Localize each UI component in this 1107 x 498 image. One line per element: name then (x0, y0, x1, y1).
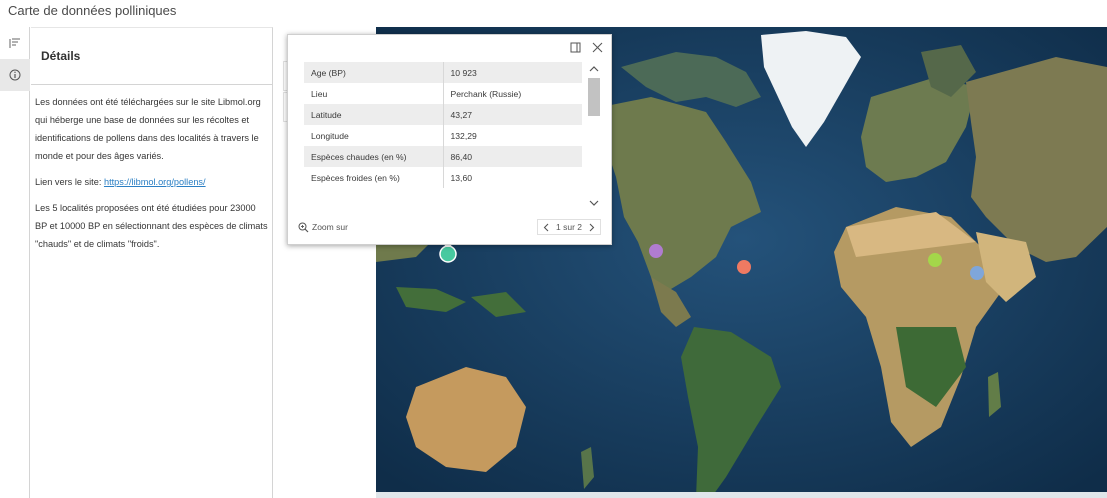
details-paragraph-source: Les données ont été téléchargées sur le … (35, 97, 261, 161)
app-title: Carte de données polliniques (8, 3, 177, 18)
popup-scrollbar[interactable] (587, 63, 601, 209)
attr-key: Longitude (304, 125, 444, 146)
feature-pager: 1 sur 2 (537, 219, 601, 235)
close-button[interactable] (591, 41, 603, 53)
legend-button[interactable] (0, 27, 30, 59)
details-panel: Détails Les données ont été téléchargées… (31, 27, 273, 498)
next-icon[interactable] (588, 223, 595, 232)
table-row: Latitude 43,27 (304, 104, 582, 125)
table-row: Lieu Perchank (Russie) (304, 83, 582, 104)
attr-key: Lieu (304, 83, 444, 104)
scroll-thumb[interactable] (588, 78, 600, 116)
antarctica (376, 492, 1107, 498)
table-row: Longitude 132,29 (304, 125, 582, 146)
action-bar (0, 27, 30, 498)
attr-value: 43,27 (443, 104, 582, 125)
scroll-down-icon (589, 200, 599, 206)
table-row: Espèces chaudes (en %) 86,40 (304, 146, 582, 167)
details-paragraph-link: Lien vers le site: https://libmol.org/po… (35, 173, 268, 191)
link-prefix: Lien vers le site: (35, 177, 104, 187)
close-icon (592, 42, 602, 52)
attr-value: 86,40 (443, 146, 582, 167)
attr-value: Perchank (Russie) (450, 88, 522, 99)
scroll-up-icon (589, 66, 599, 72)
libmol-link[interactable]: https://libmol.org/pollens/ (104, 177, 206, 187)
popup-tools (569, 41, 603, 53)
details-paragraph-method: Les 5 localités proposées ont été étudié… (35, 203, 268, 249)
attr-value: 13,60 (450, 172, 473, 183)
table-row: Espèces froides (en %) 13,60 (304, 167, 582, 188)
feature-popup: Age (BP) 10 923 Lieu Perchank (Russie) Lat… (287, 34, 612, 245)
zoom-label: Zoom sur (312, 222, 348, 232)
attr-key: Latitude (304, 104, 444, 125)
zoom-to-button[interactable]: Zoom sur (298, 222, 348, 233)
attr-value: 10 923 (443, 62, 582, 83)
details-title: Détails (31, 28, 272, 85)
attr-key: Age (BP) (304, 62, 444, 83)
attr-value: 132,29 (450, 130, 477, 141)
details-body: Les données ont été téléchargées sur le … (31, 85, 272, 253)
popup-footer: Zoom sur 1 sur 2 (298, 218, 601, 236)
previous-icon[interactable] (543, 223, 550, 232)
attribute-table: Age (BP) 10 923 Lieu Perchank (Russie) Lat… (304, 62, 582, 188)
dock-icon (570, 42, 580, 52)
dock-button[interactable] (569, 41, 581, 53)
details-button[interactable] (0, 59, 30, 91)
zoom-icon (298, 222, 309, 232)
list-icon (9, 38, 20, 48)
attr-key: Espèces froides (en %) (304, 167, 444, 188)
attr-key: Espèces chaudes (en %) (304, 146, 444, 167)
pager-label: 1 sur 2 (556, 222, 582, 232)
info-icon (9, 69, 21, 81)
table-row: Age (BP) 10 923 (304, 62, 582, 83)
